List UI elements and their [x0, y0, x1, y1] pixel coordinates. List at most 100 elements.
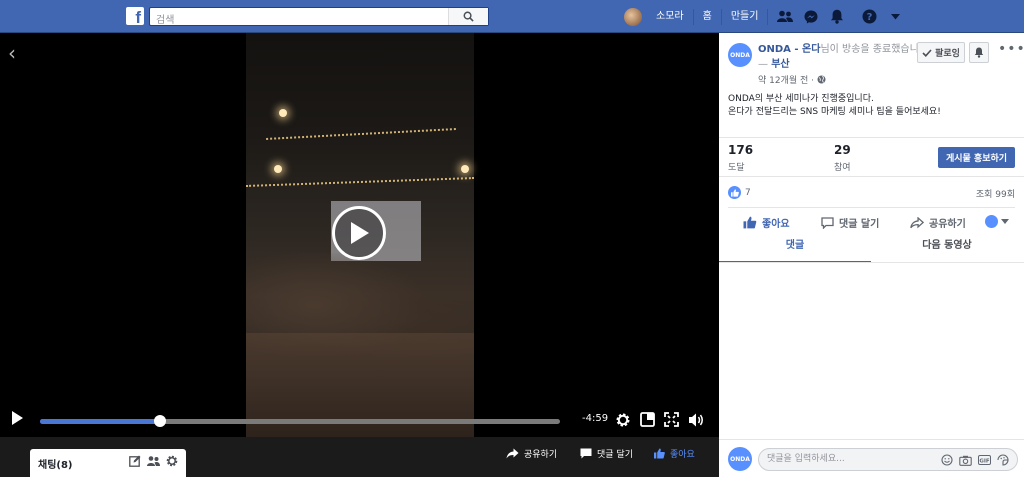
share-arrow-icon — [910, 216, 924, 228]
comment-composer: ONDA 댓글을 입력하세요... GIF — [719, 441, 1024, 477]
play-icon — [12, 411, 23, 425]
sticker-icon[interactable] — [997, 454, 1009, 466]
like-reaction-icon — [728, 186, 741, 199]
post-body-line: 온다가 전달드리는 SNS 마케팅 세미나 팁을 들어보세요! — [728, 107, 941, 117]
profile-avatar[interactable] — [624, 7, 642, 26]
share-button[interactable]: 공유하기 — [506, 447, 557, 460]
engagement-count: 29 — [834, 143, 851, 157]
post-body: ONDA의 부산 세미나가 진행중입니다. 온다가 전달드리는 SNS 마케팅 … — [728, 93, 941, 119]
post-like-button[interactable]: 좋아요 — [743, 215, 790, 230]
chat-tab[interactable]: 채팅(8) — [30, 449, 186, 477]
svg-text:GIF: GIF — [979, 458, 990, 464]
create-link[interactable]: 만들기 — [722, 8, 769, 25]
video-controls: -4:59 — [0, 404, 719, 436]
play-pause-button[interactable] — [10, 410, 24, 430]
chat-settings-gear-icon[interactable] — [166, 455, 178, 467]
tab-comments[interactable]: 댓글 — [719, 236, 871, 263]
people-icon[interactable] — [147, 455, 160, 467]
video-player[interactable]: ‹ -4:59 — [0, 33, 719, 437]
comment-button[interactable]: 댓글 달기 — [580, 447, 633, 460]
fullscreen-icon[interactable] — [664, 412, 680, 428]
search-input[interactable] — [150, 12, 450, 29]
boost-post-button[interactable]: 게시물 홍보하기 — [938, 147, 1015, 168]
location-link[interactable]: 부산 — [771, 59, 789, 70]
view-count: 조회 99회 — [975, 190, 1015, 200]
divider — [719, 137, 1024, 138]
friend-requests-icon[interactable] — [772, 0, 798, 33]
settings-gear-icon[interactable] — [615, 412, 631, 428]
account-menu-chevron-icon[interactable] — [882, 0, 908, 33]
post-timestamp: 약 12개월 전 · — [758, 73, 826, 86]
search-icon — [463, 11, 474, 22]
comment-bubble-icon — [821, 216, 834, 229]
messenger-icon[interactable] — [798, 0, 824, 33]
page-name-link[interactable]: ONDA - 온다 — [758, 44, 820, 55]
picture-in-picture-icon[interactable] — [640, 412, 656, 428]
engagement-stat: 29 참여 — [834, 143, 851, 173]
timestamp-text[interactable]: 약 12개월 전 · — [758, 76, 817, 86]
camera-icon[interactable] — [959, 455, 972, 466]
svg-text:?: ? — [867, 12, 873, 23]
share-arrow-icon — [506, 448, 519, 459]
top-navigation-bar: f 소모라 홈 만들기 ? — [0, 0, 1024, 33]
following-label: 팔로잉 — [935, 49, 960, 59]
reach-count: 176 — [728, 143, 754, 157]
back-chevron-icon[interactable]: ‹ — [8, 43, 16, 63]
notification-bell-button[interactable] — [969, 42, 989, 63]
thumbs-up-icon — [743, 216, 757, 229]
gif-icon[interactable]: GIF — [978, 455, 991, 465]
post-side-panel: ONDA ONDA - 온다님이 방송을 종료했습니다 — 부산 약 12개월 … — [719, 33, 1024, 477]
comment-label: 댓글 달기 — [597, 450, 633, 460]
post-title: ONDA - 온다님이 방송을 종료했습니다 — 부산 — [758, 42, 928, 72]
volume-icon[interactable] — [688, 412, 704, 428]
video-bottom-bar: 채팅(8) 공유하기 댓글 달기 좋아요 — [0, 437, 719, 477]
page-avatar[interactable]: ONDA — [728, 43, 752, 67]
profile-name-link[interactable]: 소모라 — [647, 8, 694, 25]
reactions-summary[interactable]: 7 — [728, 186, 751, 199]
following-button[interactable]: 팔로잉 — [917, 42, 965, 63]
like-label: 좋아요 — [670, 450, 695, 460]
chevron-down-icon — [1001, 219, 1009, 224]
post-body-line: ONDA의 부산 세미나가 진행중입니다. — [728, 94, 874, 104]
reach-label: 도달 — [728, 163, 745, 173]
post-like-label: 좋아요 — [762, 219, 790, 230]
post-as-page-selector[interactable] — [985, 215, 1014, 228]
more-options-icon[interactable]: ••• — [998, 41, 1024, 57]
home-link[interactable]: 홈 — [694, 8, 722, 25]
divider — [719, 262, 1024, 263]
like-count: 7 — [745, 187, 751, 198]
engagement-label: 참여 — [834, 163, 851, 173]
checkmark-icon — [922, 48, 932, 57]
post-share-button[interactable]: 공유하기 — [910, 215, 966, 230]
progress-knob[interactable] — [153, 415, 166, 427]
panel-tabs: 댓글 다음 동영상 — [719, 236, 1024, 263]
post-comment-button[interactable]: 댓글 달기 — [821, 215, 879, 230]
emoji-icon[interactable] — [941, 454, 953, 466]
divider — [719, 176, 1024, 177]
like-button[interactable]: 좋아요 — [654, 447, 695, 460]
commenter-avatar[interactable]: ONDA — [728, 447, 752, 471]
progress-bar[interactable] — [40, 415, 560, 427]
globe-icon — [817, 75, 826, 84]
page-mini-avatar — [985, 215, 998, 228]
reach-stat: 176 도달 — [728, 143, 753, 173]
comment-bubble-icon — [580, 448, 592, 459]
tab-next-videos[interactable]: 다음 동영상 — [871, 236, 1023, 263]
time-remaining: -4:59 — [582, 413, 609, 424]
nav-right: 소모라 홈 만들기 ? — [624, 0, 908, 33]
help-icon[interactable]: ? — [856, 0, 882, 33]
chat-tab-label: 채팅(8) — [38, 459, 73, 471]
search-button[interactable] — [448, 8, 488, 25]
facebook-logo[interactable]: f — [126, 7, 144, 25]
compose-icon[interactable] — [129, 455, 141, 467]
play-icon — [351, 222, 369, 244]
divider — [728, 207, 1015, 208]
search-box — [149, 7, 489, 29]
notifications-icon[interactable] — [824, 0, 850, 33]
progress-fill — [40, 419, 160, 424]
comment-input[interactable]: 댓글을 입력하세요... GIF — [758, 448, 1018, 471]
thumbs-up-icon — [654, 448, 665, 459]
post-comment-label: 댓글 달기 — [839, 219, 880, 230]
comment-placeholder: 댓글을 입력하세요... — [767, 454, 845, 464]
play-button-large[interactable] — [332, 206, 386, 260]
